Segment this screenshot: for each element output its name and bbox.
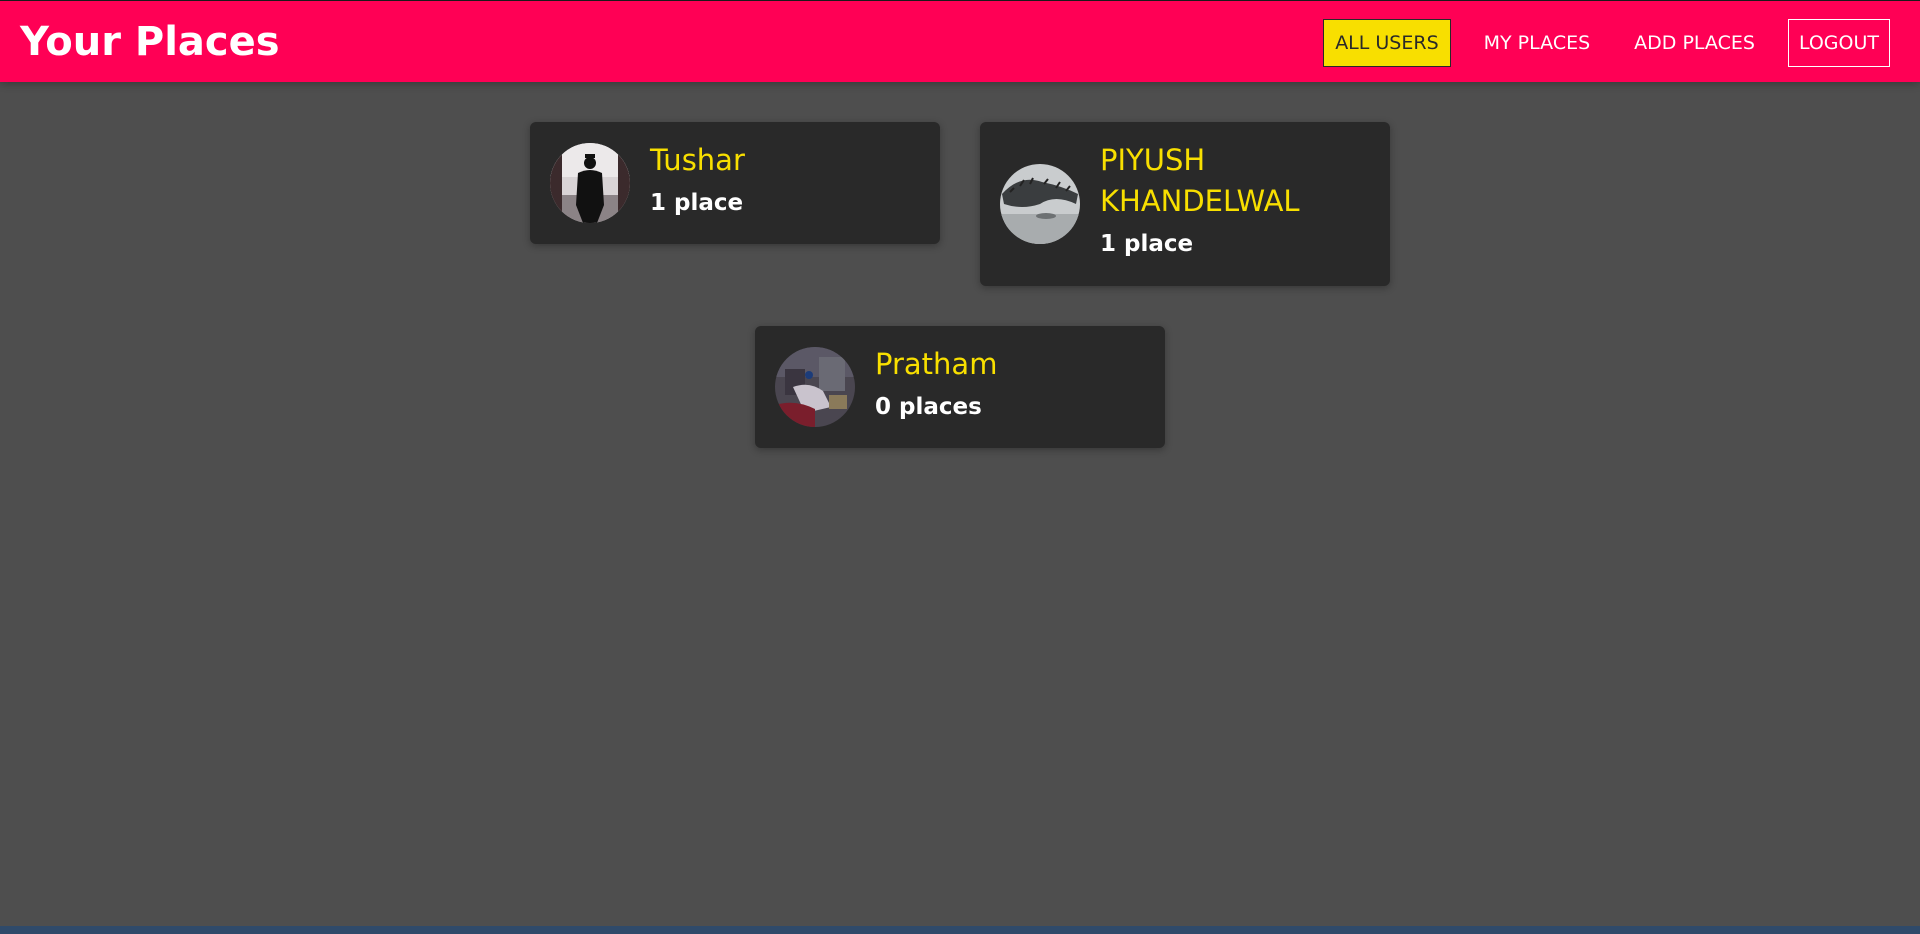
user-photo-icon <box>1000 164 1080 244</box>
avatar <box>550 143 630 223</box>
user-info: Tushar 1 place <box>650 140 920 219</box>
user-card-pratham[interactable]: Pratham 0 places <box>755 326 1165 448</box>
place-count: 0 places <box>875 394 982 420</box>
user-photo-icon <box>550 143 630 223</box>
user-card-tushar[interactable]: Tushar 1 place <box>530 122 940 244</box>
logout-button[interactable]: LOGOUT <box>1787 19 1890 67</box>
nav-links: ALL USERS MY PLACES ADD PLACES LOGOUT <box>1301 19 1890 67</box>
user-info: PIYUSH KHANDELWAL 1 place <box>1100 140 1370 260</box>
user-name: Tushar <box>650 143 745 177</box>
user-name: Pratham <box>875 347 998 381</box>
user-name: PIYUSH KHANDELWAL <box>1100 143 1300 218</box>
avatar <box>775 347 855 427</box>
place-count: 1 place <box>1100 231 1194 257</box>
nav-all-users[interactable]: ALL USERS <box>1323 19 1451 67</box>
brand-title[interactable]: Your Places <box>20 19 280 65</box>
main-header: Your Places ALL USERS MY PLACES ADD PLAC… <box>0 0 1920 82</box>
user-card-piyush-khandelwal[interactable]: PIYUSH KHANDELWAL 1 place <box>980 122 1390 286</box>
avatar <box>1000 164 1080 244</box>
user-info: Pratham 0 places <box>875 344 1145 423</box>
os-taskbar <box>0 926 1920 934</box>
place-count: 1 place <box>650 190 744 216</box>
user-photo-icon <box>775 347 855 427</box>
nav-add-places[interactable]: ADD PLACES <box>1623 19 1766 67</box>
nav-my-places[interactable]: MY PLACES <box>1473 19 1602 67</box>
